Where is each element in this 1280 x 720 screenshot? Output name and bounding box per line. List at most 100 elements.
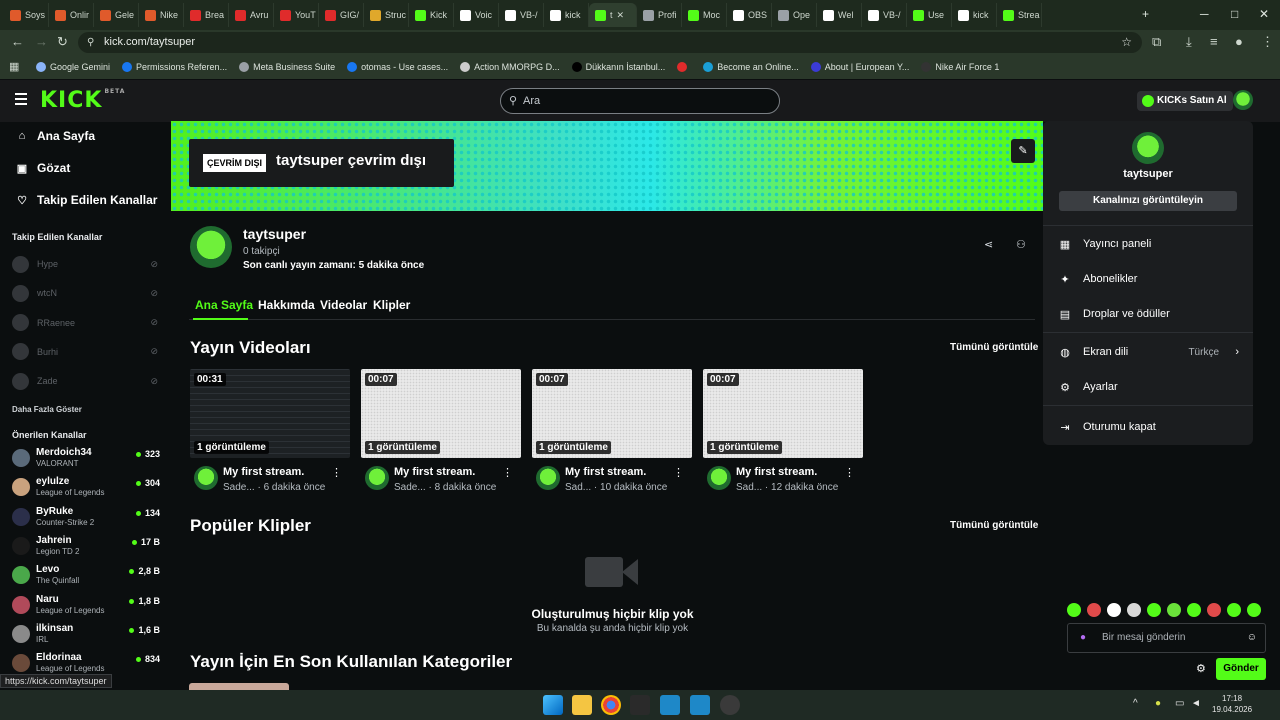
more-options-icon[interactable]: ⋮ (331, 466, 342, 479)
menu-item-1[interactable]: ✦ Abonelikler (1059, 269, 1239, 289)
browser-tab[interactable]: Use (907, 3, 952, 27)
show-more-link[interactable]: Daha Fazla Göster (12, 405, 82, 414)
start-icon[interactable] (543, 695, 563, 715)
emote-icon[interactable] (1067, 603, 1081, 617)
search-input[interactable]: ⚲ Ara (500, 88, 780, 114)
app-icon[interactable] (630, 695, 650, 715)
category-thumbnail[interactable] (189, 683, 289, 690)
video-title[interactable]: My first stream. (223, 466, 304, 478)
more-options-icon[interactable]: ⋮ (844, 466, 855, 479)
browser-tab[interactable]: Voic (454, 3, 499, 27)
browser-tab[interactable]: Ope (772, 3, 817, 27)
add-user-icon[interactable]: ⚇ (1016, 238, 1026, 251)
recommended-channel[interactable]: eylulze League of Legends 304 (12, 474, 160, 500)
video-title[interactable]: My first stream. (565, 466, 646, 478)
video-channel-avatar[interactable] (707, 466, 731, 490)
menu-item-0[interactable]: ▦ Yayıncı paneli (1059, 234, 1239, 254)
recommended-channel[interactable]: ByRuke Counter-Strike 2 134 (12, 504, 160, 530)
browser-tab[interactable]: Gele (94, 3, 139, 27)
recommended-channel[interactable]: Levo The Quinfall 2,8 B (12, 562, 160, 588)
browser-tab[interactable]: Nike (139, 3, 184, 27)
emote-icon[interactable] (1147, 603, 1161, 617)
video-channel-avatar[interactable] (365, 466, 389, 490)
view-channel-button[interactable]: Kanalınızı görüntüleyin (1059, 191, 1237, 211)
emote-icon[interactable] (1187, 603, 1201, 617)
video-thumbnail[interactable]: 00:07 1 görüntüleme (703, 369, 863, 458)
menu-item-5[interactable]: ⇥ Oturumu kapat (1059, 417, 1239, 437)
bookmark-item[interactable]: Dükkanın İstanbul... (571, 62, 665, 72)
browser-tab[interactable]: t ✕ (589, 3, 637, 27)
chat-settings-icon[interactable]: ⚙ (1196, 662, 1206, 675)
kick-logo[interactable]: KICK BETA (40, 88, 125, 113)
followed-channel[interactable]: RRaenee ⊘ (12, 313, 160, 333)
menu-icon[interactable]: ⋮ (1261, 34, 1274, 50)
recommended-channel[interactable]: Merdoich34 VALORANT 323 (12, 445, 160, 471)
new-tab-button[interactable]: + (1142, 7, 1149, 21)
browser-tab[interactable]: Struc (364, 3, 409, 27)
menu-item-3[interactable]: ◍ Ekran dili Türkçe › (1059, 342, 1239, 362)
video-thumbnail[interactable]: 00:07 1 görüntüleme (361, 369, 521, 458)
browser-tab[interactable]: Soys (4, 3, 49, 27)
video-title[interactable]: My first stream. (394, 466, 475, 478)
video-card[interactable]: 00:07 1 görüntüleme My first stream. Sad...… (532, 369, 692, 496)
browser-tab[interactable]: Avru (229, 3, 274, 27)
tray-mic-icon[interactable]: ● (1155, 698, 1161, 709)
bookmark-item[interactable]: About | European Y... (810, 62, 909, 72)
browser-tab[interactable]: Profi (637, 3, 682, 27)
video-card[interactable]: 00:31 1 görüntüleme My first stream. Sade..… (190, 369, 350, 496)
hamburger-menu-icon[interactable] (15, 93, 27, 105)
browser-tab[interactable]: Brea (184, 3, 229, 27)
tab-about[interactable]: Hakkımda (258, 298, 315, 312)
url-field[interactable]: ⚲ kick.com/taytsuper ☆ (78, 32, 1142, 53)
recommended-channel[interactable]: Eldorinaa League of Legends 834 (12, 650, 160, 676)
bookmark-item[interactable]: Meta Business Suite (239, 62, 335, 72)
emote-icon[interactable] (1167, 603, 1181, 617)
media-icon[interactable]: ≡ (1210, 34, 1218, 49)
browser-tab[interactable]: YouT (274, 3, 319, 27)
bookmark-item[interactable]: otomas - Use cases... (347, 62, 448, 72)
followed-channel[interactable]: Burhi ⊘ (12, 342, 160, 362)
obs-icon[interactable] (720, 695, 740, 715)
user-avatar[interactable] (1233, 90, 1253, 110)
recommended-channel[interactable]: ilkinsan IRL 1,6 B (12, 621, 160, 647)
video-thumbnail[interactable]: 00:31 1 görüntüleme (190, 369, 350, 458)
recommended-channel[interactable]: Naru League of Legends 1,8 B (12, 592, 160, 618)
profile-icon[interactable]: ● (1235, 34, 1243, 49)
browser-tab[interactable]: VB-/ (499, 3, 544, 27)
bookmark-item[interactable]: Become an Online... (703, 62, 799, 72)
video-card[interactable]: 00:07 1 görüntüleme My first stream. Sad...… (703, 369, 863, 496)
browser-tab[interactable]: Moc (682, 3, 727, 27)
emote-icon[interactable] (1127, 603, 1141, 617)
maximize-button[interactable]: □ (1231, 7, 1238, 21)
browser-tab[interactable]: Kick (409, 3, 454, 27)
close-window-button[interactable]: ✕ (1259, 7, 1269, 21)
app-icon[interactable] (690, 695, 710, 715)
followed-channel[interactable]: wtcN ⊘ (12, 283, 160, 303)
followed-channel[interactable]: Hype ⊘ (12, 254, 160, 274)
sidebar-item-0[interactable]: ⌂ Ana Sayfa (16, 129, 95, 143)
network-icon[interactable]: ▭ (1175, 698, 1184, 709)
forward-icon[interactable]: → (35, 34, 48, 49)
more-options-icon[interactable]: ⋮ (673, 466, 684, 479)
browser-tab[interactable]: kick (952, 3, 997, 27)
menu-item-4[interactable]: ⚙ Ayarlar (1059, 377, 1239, 397)
browser-tab[interactable]: Wel (817, 3, 862, 27)
video-title[interactable]: My first stream. (736, 466, 817, 478)
emote-icon[interactable] (1087, 603, 1101, 617)
app-icon[interactable] (660, 695, 680, 715)
extensions-icon[interactable]: ⧉ (1152, 34, 1161, 50)
file-explorer-icon[interactable] (572, 695, 592, 715)
browser-tab[interactable]: Onlir (49, 3, 94, 27)
reload-icon[interactable]: ↻ (57, 34, 68, 50)
site-info-icon[interactable]: ⚲ (87, 32, 94, 53)
tab-home[interactable]: Ana Sayfa (195, 298, 253, 312)
minimize-button[interactable]: ─ (1200, 7, 1209, 21)
chrome-icon[interactable] (601, 695, 621, 715)
emoji-icon[interactable]: ☺ (1247, 624, 1257, 652)
volume-icon[interactable]: ◄ (1191, 698, 1201, 709)
microphone-icon[interactable]: ● (1080, 624, 1086, 652)
clips-see-all-link[interactable]: Tümünü görüntüle (950, 520, 1038, 531)
share-icon[interactable]: ⋖ (984, 238, 993, 251)
menu-item-2[interactable]: ▤ Droplar ve ödüller (1059, 304, 1239, 324)
emote-icon[interactable] (1227, 603, 1241, 617)
